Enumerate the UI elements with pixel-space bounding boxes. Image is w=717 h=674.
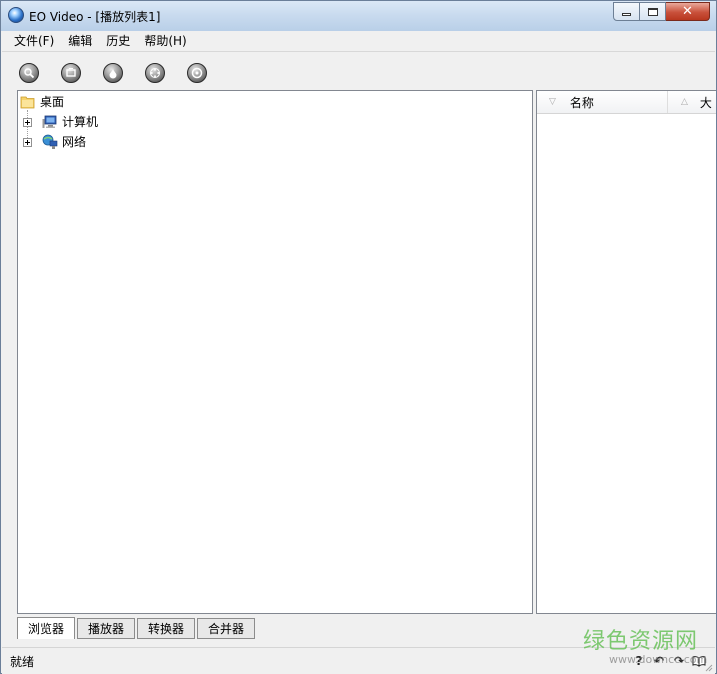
sort-up-icon: △: [681, 97, 688, 107]
status-text: 就绪: [10, 655, 35, 669]
close-button[interactable]: ✕: [666, 2, 710, 21]
window-title: EO Video - [播放列表1]: [29, 10, 161, 24]
column-label: 名称: [569, 95, 594, 110]
expand-toggle[interactable]: [23, 137, 32, 147]
tab-converter[interactable]: 转换器: [137, 618, 195, 639]
minimize-icon: [622, 13, 631, 16]
mode-tabs: 浏览器 播放器 转换器 合并器: [17, 617, 257, 639]
file-list[interactable]: ▽ 名称 △ 大: [536, 90, 716, 614]
film-reel-icon: [150, 68, 160, 78]
reel-button[interactable]: [145, 63, 165, 83]
menu-file[interactable]: 文件(F): [8, 32, 60, 50]
tree-item-label: 计算机: [62, 115, 99, 129]
tree-item-computer[interactable]: 计算机: [23, 113, 98, 131]
computer-icon: [42, 114, 58, 130]
folder-tree[interactable]: 桌面 计算机 网络: [17, 90, 533, 614]
window-controls: ✕: [613, 2, 710, 21]
sort-down-icon: ▽: [549, 97, 556, 107]
tab-browser[interactable]: 浏览器: [17, 617, 75, 639]
tab-player[interactable]: 播放器: [77, 618, 135, 639]
tree-item-label: 桌面: [40, 95, 65, 109]
status-bar: 就绪 ? ↶ ↷: [2, 647, 715, 674]
tree-item-label: 网络: [62, 135, 87, 149]
tree-item-network[interactable]: 网络: [23, 133, 86, 151]
close-icon: ✕: [682, 4, 693, 19]
toolbar: [2, 53, 715, 89]
maximize-button[interactable]: [640, 2, 666, 21]
app-logo-icon[interactable]: [8, 7, 24, 23]
search-button[interactable]: [19, 63, 39, 83]
undo-icon[interactable]: ↶: [651, 653, 667, 669]
minimize-button[interactable]: [613, 2, 640, 21]
screen-icon: [66, 68, 76, 77]
tree-item-desktop[interactable]: 桌面: [20, 93, 64, 111]
folder-icon: [20, 94, 36, 110]
status-icons: ? ↶ ↷: [627, 653, 707, 669]
column-header-name[interactable]: ▽ 名称: [537, 91, 668, 113]
screen-button[interactable]: [61, 63, 81, 83]
maximize-icon: [647, 7, 658, 16]
title-bar[interactable]: EO Video - [播放列表1] ✕: [1, 1, 716, 31]
network-icon: [42, 134, 58, 150]
drop-icon: [109, 68, 117, 79]
column-header-size[interactable]: △ 大: [669, 91, 716, 113]
resize-grip-icon[interactable]: [703, 662, 713, 672]
menu-edit[interactable]: 编辑: [62, 32, 98, 50]
menu-bar: 文件(F) 编辑 历史 帮助(H): [2, 31, 715, 52]
list-header: ▽ 名称 △ 大: [537, 91, 716, 114]
tab-merger[interactable]: 合并器: [197, 618, 255, 639]
search-icon: [24, 68, 35, 79]
column-label: 大: [699, 95, 712, 110]
help-icon[interactable]: ?: [631, 653, 647, 669]
disc-button[interactable]: [187, 63, 207, 83]
disc-icon: [191, 67, 203, 79]
menu-help[interactable]: 帮助(H): [138, 32, 192, 50]
menu-history[interactable]: 历史: [100, 32, 136, 50]
redo-icon[interactable]: ↷: [671, 653, 687, 669]
app-window: EO Video - [播放列表1] ✕ 文件(F) 编辑 历史 帮助(H) 桌…: [0, 0, 717, 674]
expand-toggle[interactable]: [23, 117, 32, 127]
drop-button[interactable]: [103, 63, 123, 83]
